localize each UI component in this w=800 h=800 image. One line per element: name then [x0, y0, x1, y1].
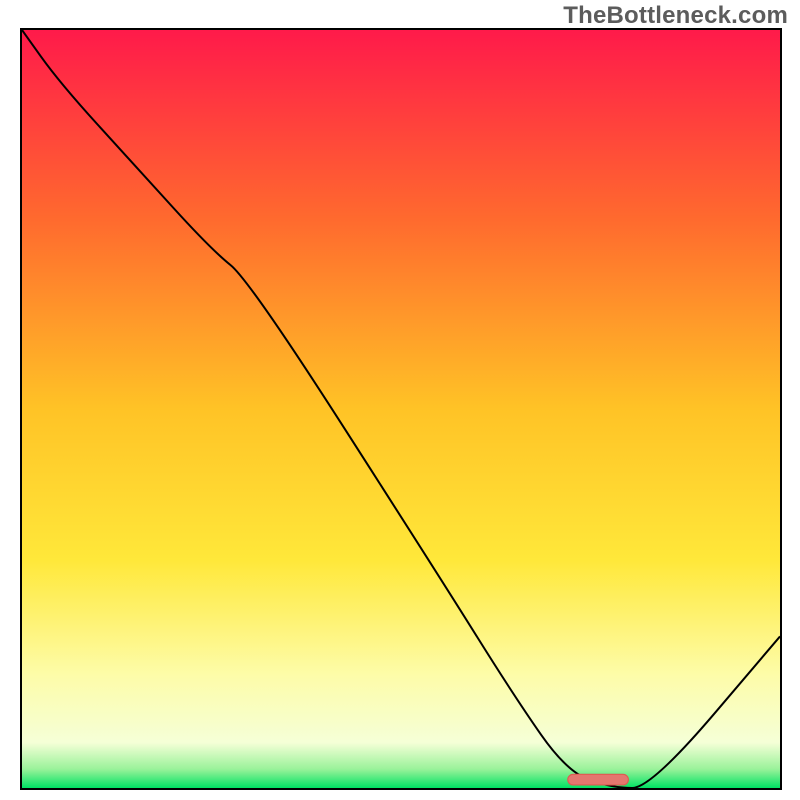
optimal-range-marker: [568, 774, 629, 785]
chart-container: TheBottleneck.com: [0, 0, 800, 800]
chart-plot-area: [20, 28, 782, 790]
chart-marker-layer: [22, 30, 780, 788]
watermark-text: TheBottleneck.com: [563, 2, 788, 30]
